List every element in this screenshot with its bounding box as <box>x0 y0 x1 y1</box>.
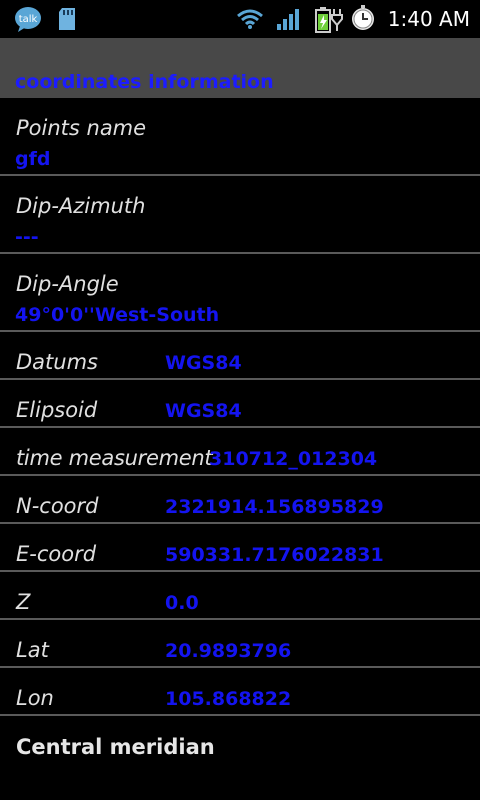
signal-icon <box>276 8 300 34</box>
e-coord-label: E-coord <box>16 542 97 566</box>
dip-angle-label: Dip-Angle <box>16 272 119 296</box>
alarm-clock-icon <box>350 5 376 35</box>
dip-azimuth-label: Dip-Azimuth <box>16 194 146 218</box>
status-time: 1:40 AM <box>387 7 470 31</box>
svg-text:talk: talk <box>19 14 38 25</box>
battery-charging-icon <box>314 5 344 37</box>
lat-value: 20.9893796 <box>165 640 292 662</box>
datums-value: WGS84 <box>165 352 242 374</box>
divider <box>0 252 480 254</box>
time-measurement-label: time measurement <box>16 446 213 470</box>
divider <box>0 174 480 176</box>
lat-label: Lat <box>16 638 49 662</box>
points-name-value: gfd <box>15 148 51 170</box>
divider <box>0 426 480 428</box>
z-value: 0.0 <box>165 592 199 614</box>
dip-azimuth-value: --- <box>15 226 39 248</box>
z-label: Z <box>16 590 31 614</box>
divider <box>0 378 480 380</box>
central-meridian-title: Central meridian <box>16 735 215 759</box>
status-bar: talk 1:40 AM <box>0 0 480 38</box>
n-coord-label: N-coord <box>16 494 99 518</box>
points-name-label: Points name <box>16 116 147 140</box>
page-title: coordinates information <box>15 71 274 93</box>
lon-label: Lon <box>16 686 54 710</box>
datums-label: Datums <box>16 350 98 374</box>
elipsoid-value: WGS84 <box>165 400 242 422</box>
divider <box>0 618 480 620</box>
n-coord-value: 2321914.156895829 <box>165 496 384 518</box>
divider <box>0 474 480 476</box>
wifi-icon <box>236 8 264 34</box>
lon-value: 105.868822 <box>165 688 292 710</box>
divider <box>0 666 480 668</box>
e-coord-value: 590331.7176022831 <box>165 544 384 566</box>
sd-card-icon <box>58 8 76 34</box>
talk-icon: talk <box>14 6 42 36</box>
dip-angle-value: 49°0'0''West-South <box>15 304 220 326</box>
time-measurement-value: 310712_012304 <box>209 448 378 470</box>
divider <box>0 714 480 716</box>
divider <box>0 570 480 572</box>
divider <box>0 330 480 332</box>
divider <box>0 522 480 524</box>
elipsoid-label: Elipsoid <box>16 398 98 422</box>
